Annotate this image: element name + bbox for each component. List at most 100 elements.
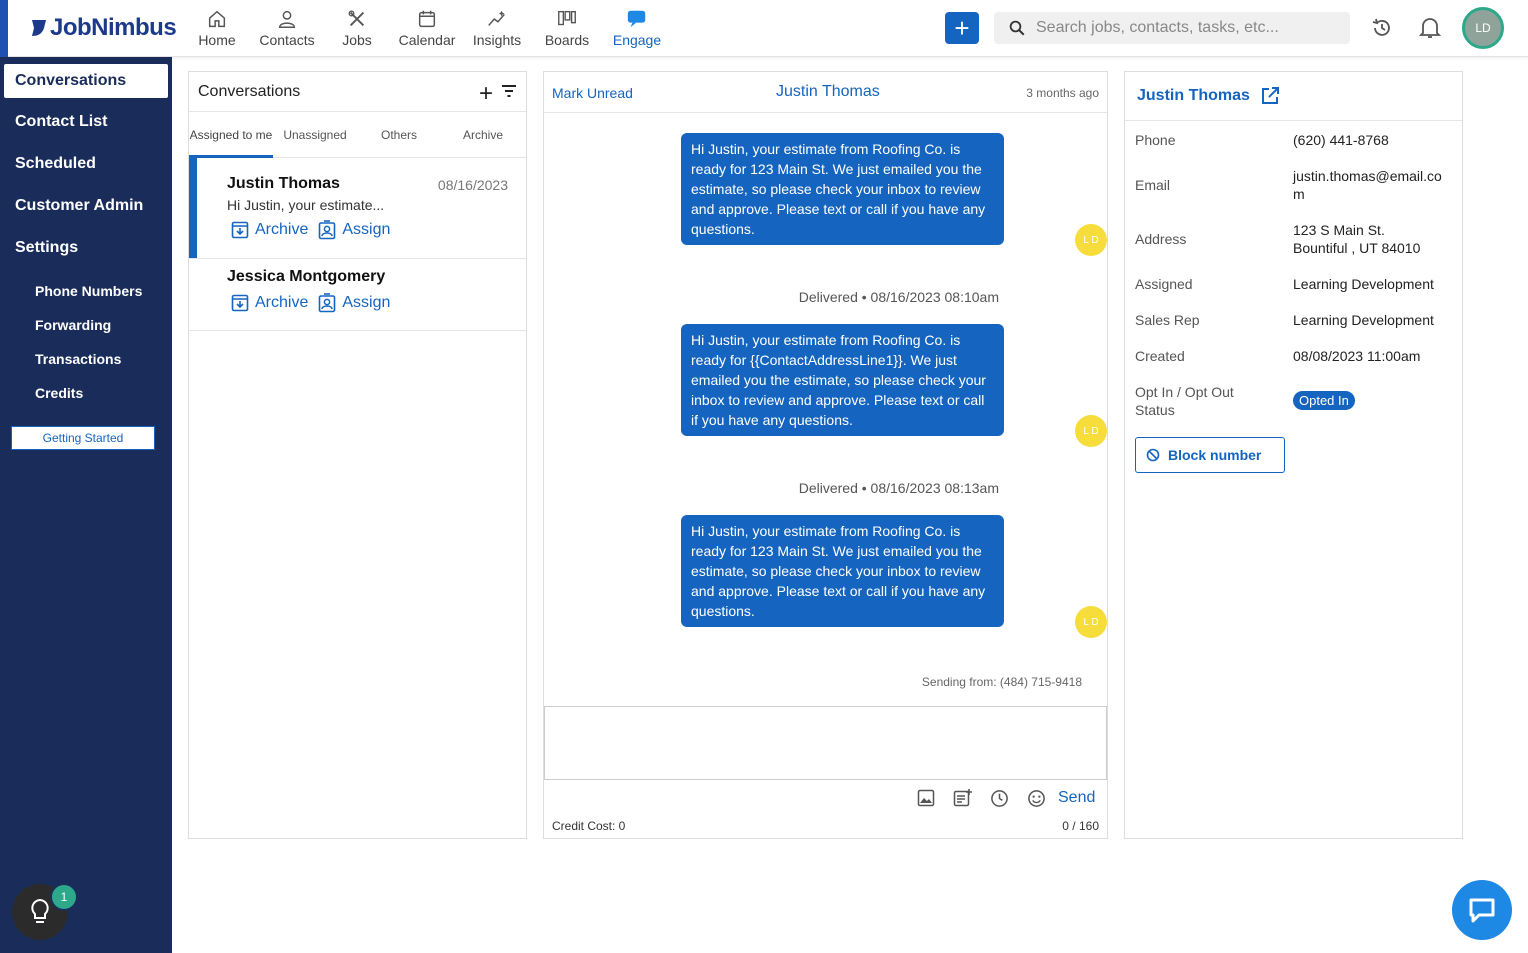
clock-icon[interactable] (990, 789, 1009, 808)
block-number-button[interactable]: Block number (1135, 437, 1285, 473)
archive-icon (231, 294, 249, 312)
support-chat-icon (1469, 898, 1495, 923)
search-icon (1009, 20, 1025, 36)
conversation-name: Jessica Montgomery (227, 268, 386, 285)
archive-button[interactable]: Archive (231, 293, 308, 313)
conversation-item[interactable]: Justin Thomas 08/16/2023 Hi Justin, your… (189, 158, 526, 259)
sidebar-item-settings[interactable]: Settings (4, 231, 168, 265)
image-icon[interactable] (917, 789, 935, 807)
archive-label: Archive (255, 221, 309, 238)
sidebar-item-phone-numbers[interactable]: Phone Numbers (35, 283, 142, 299)
sidebar-item-customer-admin[interactable]: Customer Admin (4, 189, 168, 223)
sales-rep-value: Learning Development (1293, 312, 1434, 328)
filter-icon[interactable] (501, 84, 517, 98)
nav-engage[interactable]: Engage (602, 0, 672, 57)
conversations-header: Conversations + (189, 72, 526, 112)
credit-cost: Credit Cost: 0 (552, 819, 626, 833)
assign-button[interactable]: Assign (318, 220, 390, 240)
jobnimbus-logo[interactable]: JobNimbus (30, 14, 177, 42)
chat-contact-name[interactable]: Justin Thomas (776, 83, 880, 101)
getting-started-button[interactable]: Getting Started (11, 426, 155, 450)
assign-icon (319, 293, 336, 313)
nav-jobs[interactable]: Jobs (322, 0, 392, 57)
chat-header: Mark Unread Justin Thomas 3 months ago (544, 72, 1107, 113)
nav-contacts[interactable]: Contacts (252, 0, 322, 57)
email-label: Email (1135, 177, 1171, 193)
assign-label: Assign (342, 294, 391, 311)
assign-label: Assign (342, 221, 391, 238)
emoji-icon[interactable] (1027, 789, 1046, 808)
nav-insights-label: Insights (472, 32, 522, 48)
chat-icon (627, 10, 646, 28)
sidebar-item-conversations[interactable]: Conversations (4, 64, 168, 98)
tab-assigned-to-me[interactable]: Assigned to me (189, 112, 273, 158)
history-icon[interactable] (1370, 16, 1394, 40)
conversation-actions: Archive Assign (231, 293, 390, 313)
conversation-preview: Hi Justin, your estimate... (227, 197, 385, 213)
message-bubble: Hi Justin, your estimate from Roofing Co… (681, 324, 1004, 436)
phone-value: (620) 441-8768 (1293, 132, 1389, 148)
conversation-tabs: Assigned to me Unassigned Others Archive (189, 112, 526, 158)
open-external-icon[interactable] (1260, 86, 1280, 106)
created-label: Created (1135, 348, 1185, 364)
template-icon[interactable] (953, 789, 973, 807)
nav-contacts-label: Contacts (259, 32, 315, 48)
tab-archive[interactable]: Archive (441, 112, 525, 157)
nav-insights[interactable]: Insights (462, 0, 532, 57)
user-avatar[interactable]: LD (1462, 7, 1504, 49)
new-conversation-button[interactable]: + (479, 80, 493, 108)
tab-others[interactable]: Others (357, 112, 441, 157)
lightbulb-icon (31, 898, 49, 923)
add-new-button[interactable]: + (945, 12, 979, 44)
nav-jobs-label: Jobs (342, 32, 372, 48)
nav-boards[interactable]: Boards (532, 0, 602, 57)
sidebar-item-forwarding[interactable]: Forwarding (35, 317, 111, 333)
delivery-status: Delivered • 08/16/2023 08:13am (798, 480, 999, 496)
archive-label: Archive (255, 294, 309, 311)
support-chat-button[interactable] (1452, 880, 1512, 940)
archive-button[interactable]: Archive (231, 220, 308, 240)
mark-unread-button[interactable]: Mark Unread (552, 85, 633, 101)
sending-from-number: Sending from: (484) 715-9418 (921, 675, 1082, 689)
assign-button[interactable]: Assign (318, 293, 390, 313)
nav-home[interactable]: Home (182, 0, 252, 57)
contact-name[interactable]: Justin Thomas (1137, 87, 1250, 105)
send-button[interactable]: Send (1058, 789, 1095, 807)
phone-label: Phone (1135, 132, 1176, 148)
tools-icon (348, 10, 365, 27)
engage-sidebar: Conversations Contact List Scheduled Cus… (0, 57, 172, 953)
sidebar-item-scheduled[interactable]: Scheduled (4, 147, 168, 181)
global-search[interactable] (994, 12, 1350, 44)
boards-icon (558, 10, 576, 26)
sidebar-item-transactions[interactable]: Transactions (35, 351, 121, 367)
tab-unassigned[interactable]: Unassigned (273, 112, 357, 157)
nav-calendar[interactable]: Calendar (392, 0, 462, 57)
calendar-icon (418, 10, 436, 28)
compose-box (544, 706, 1107, 780)
contact-details-panel: Justin Thomas Phone (620) 441-8768 Email… (1124, 71, 1463, 839)
chat-panel: Mark Unread Justin Thomas 3 months ago H… (543, 71, 1108, 839)
message-bubble: Hi Justin, your estimate from Roofing Co… (681, 133, 1004, 245)
assigned-label: Assigned (1135, 276, 1193, 292)
conversation-date: 08/16/2023 (437, 177, 508, 193)
email-value: justin.thomas@email.com (1293, 168, 1442, 202)
search-input[interactable] (1036, 19, 1336, 37)
archive-icon (231, 221, 249, 239)
address-value: 123 S Main St. Bountiful , UT 84010 (1293, 222, 1421, 256)
nav-boards-label: Boards (544, 32, 590, 48)
nav-calendar-label: Calendar (398, 32, 456, 48)
sidebar-item-contact-list[interactable]: Contact List (4, 105, 168, 139)
brand-name: JobNimbus (50, 14, 177, 41)
message-input[interactable] (545, 707, 1106, 779)
sidebar-item-credits[interactable]: Credits (35, 385, 83, 401)
block-number-label: Block number (1168, 447, 1262, 463)
conversation-item[interactable]: Jessica Montgomery Archive Assign (189, 259, 526, 331)
home-icon (208, 10, 226, 28)
address-label: Address (1135, 231, 1187, 247)
conversation-name: Justin Thomas (227, 175, 340, 192)
assign-icon (319, 220, 336, 240)
conversation-actions: Archive Assign (231, 220, 390, 240)
opt-status-label: Opt In / Opt Out Status (1135, 384, 1234, 418)
sender-avatar: L D (1075, 606, 1107, 638)
bell-icon[interactable] (1419, 16, 1441, 40)
